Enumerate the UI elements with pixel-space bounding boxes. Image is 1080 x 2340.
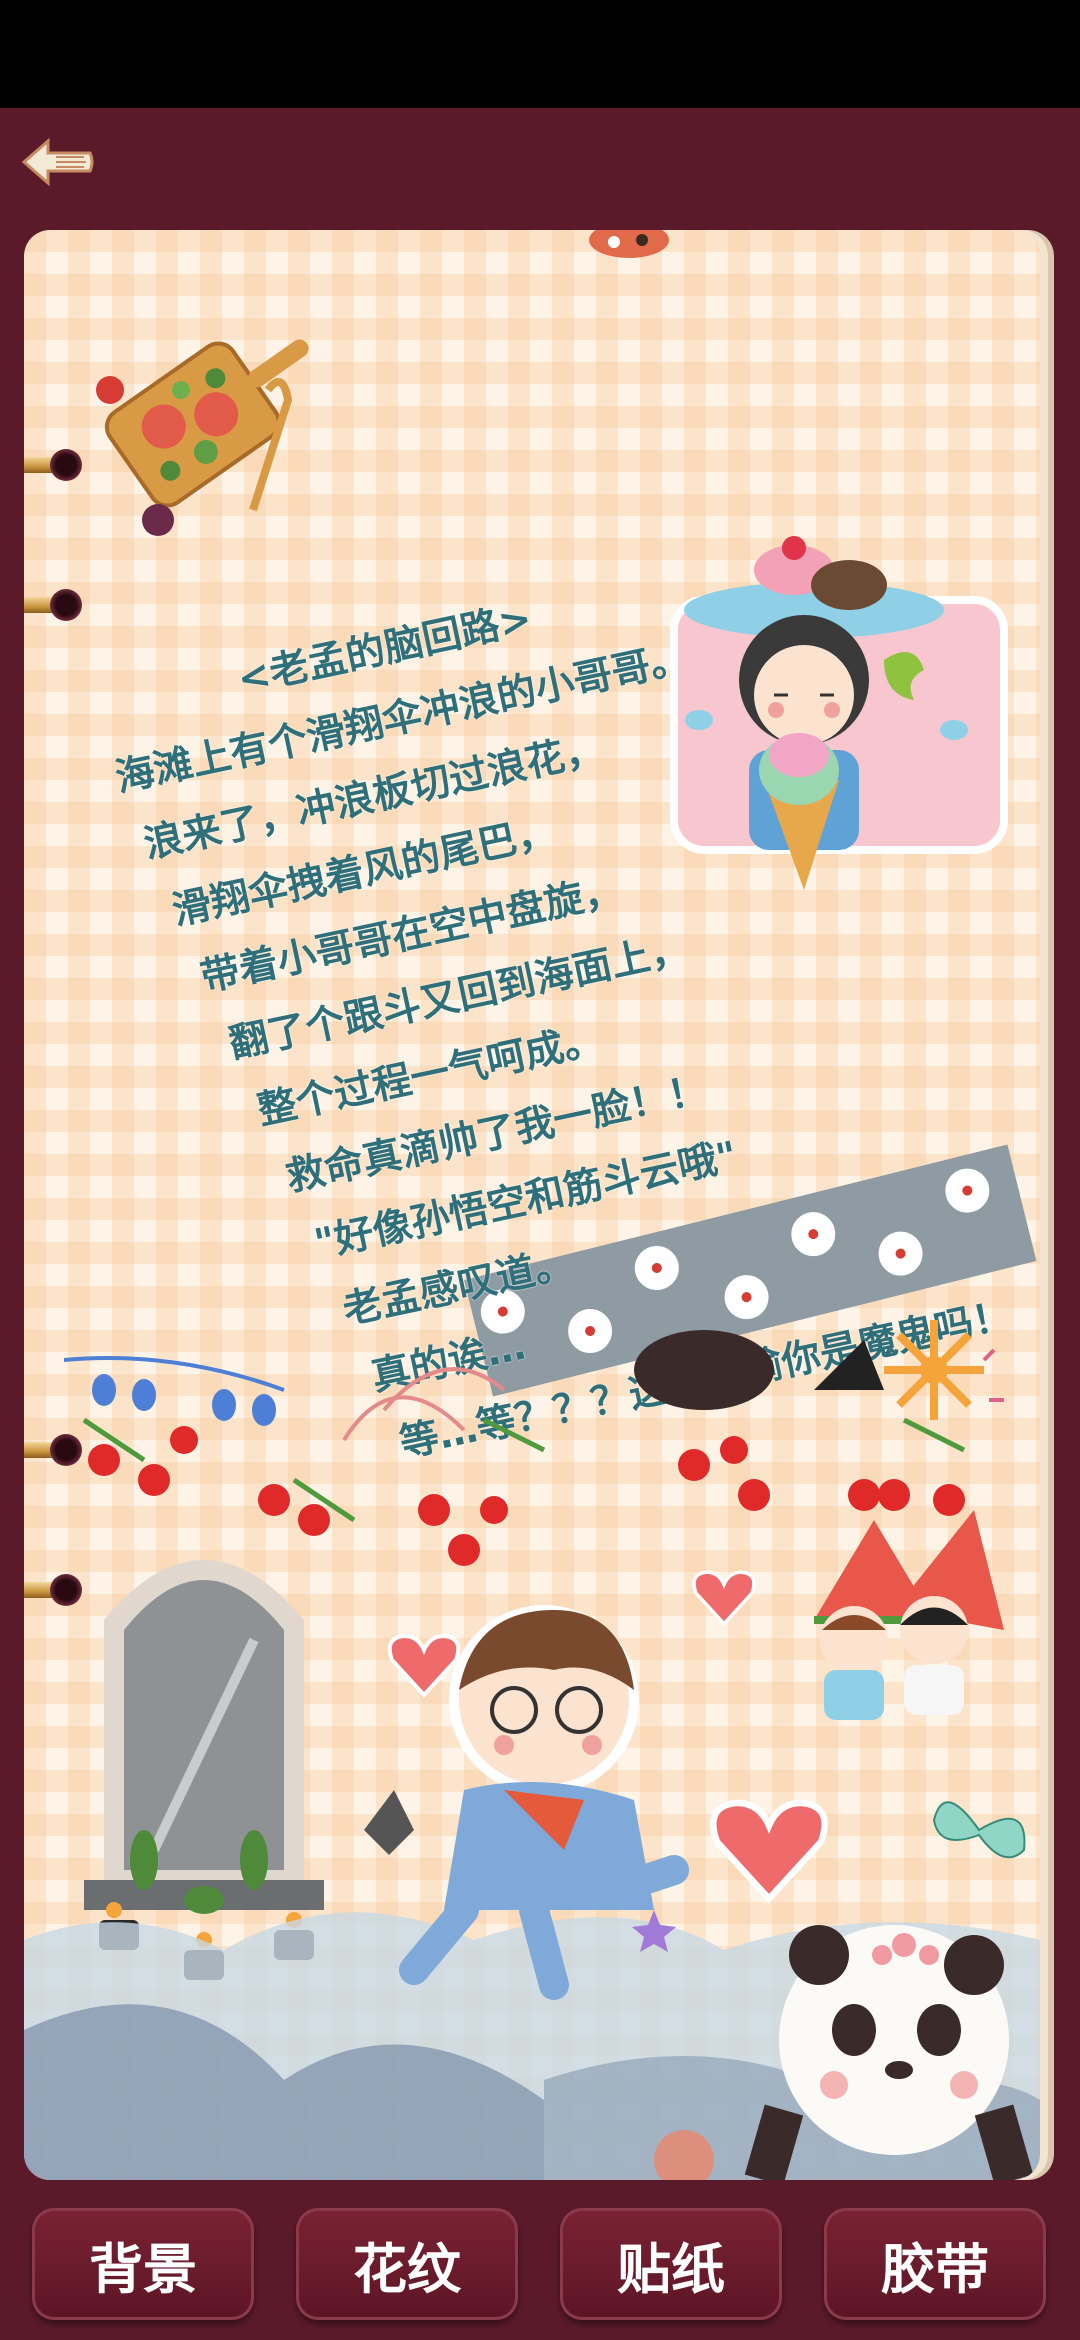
food-board-sticker[interactable] [88,290,328,550]
binder-ring [24,585,82,625]
top-sticker[interactable] [584,230,674,266]
back-button[interactable] [18,132,98,192]
tab-background[interactable]: 背景 [32,2208,254,2320]
journal-page[interactable]: <老孟的脑回路> 海滩上有个滑翔伞冲浪的小哥哥。 浪来了，冲浪板切过浪花， 滑翔… [24,230,1040,2180]
tab-tape[interactable]: 胶带 [824,2208,1046,2320]
watermelon-kids-sticker[interactable] [794,1500,1024,1740]
top-bar [0,108,1080,228]
back-arrow-icon [21,137,94,187]
binder-ring [24,445,82,485]
status-bar [0,0,1080,108]
panda-sticker[interactable] [744,1910,1034,2180]
tab-sticker[interactable]: 贴纸 [560,2208,782,2320]
tab-pattern[interactable]: 花纹 [296,2208,518,2320]
flower-sticker[interactable] [624,1900,684,1960]
butterfly-sticker[interactable] [924,1780,1034,1880]
bottom-toolbar: 背景 花纹 贴纸 胶带 [0,2188,1080,2340]
